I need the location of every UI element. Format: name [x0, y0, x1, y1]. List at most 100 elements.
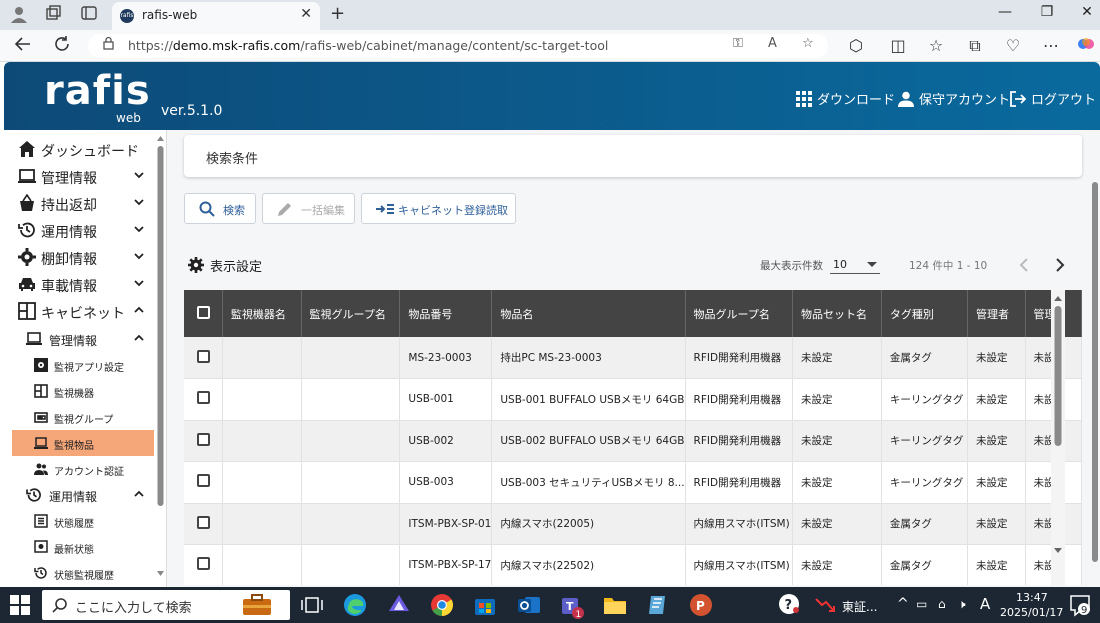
sidebar-item-state-monitor-history[interactable]: 状態監視履歴 [12, 560, 154, 586]
column-header[interactable]: 監視グループ名 [301, 290, 401, 337]
favorite-star-icon[interactable]: ☆ [802, 36, 814, 51]
network-icon[interactable]: ⌂ [938, 597, 946, 611]
refresh-icon[interactable] [51, 35, 73, 57]
sidebar-item-vehicle[interactable]: 車載情報 [4, 271, 154, 298]
maintenance-account-link[interactable]: 保守アカウント [898, 89, 1010, 108]
rafis-logo[interactable]: rafis [44, 68, 151, 114]
split-screen-icon[interactable]: ◫ [887, 35, 909, 57]
copilot-icon[interactable] [1075, 35, 1097, 57]
stock-ticker-label[interactable]: 東証... [842, 598, 877, 615]
row-checkbox[interactable] [184, 420, 223, 462]
outlook-app-icon[interactable] [517, 593, 541, 617]
column-header[interactable]: 物品名 [491, 290, 686, 337]
password-key-icon[interactable]: ⚿ [733, 36, 743, 51]
more-menu-icon[interactable]: ⋯ [1040, 35, 1062, 57]
sidebar-item-monitor-items[interactable]: 監視物品 [12, 430, 154, 456]
clock-date[interactable]: 2025/01/17 [1000, 606, 1063, 619]
stock-chart-icon[interactable] [814, 593, 838, 617]
sidebar-sub-cabinet-management[interactable]: 管理情報 [12, 326, 154, 352]
row-checkbox[interactable] [184, 503, 223, 545]
sidebar-item-state-history[interactable]: 状態履歴 [12, 508, 154, 534]
new-tab-icon[interactable]: + [330, 3, 345, 24]
sidebar-item-monitor-app-settings[interactable]: 監視アプリ設定 [12, 352, 154, 378]
back-arrow-icon[interactable] [12, 35, 34, 57]
column-header[interactable]: 物品番号 [399, 290, 493, 337]
notification-center-icon[interactable]: 9 [1068, 593, 1092, 617]
row-checkbox[interactable] [184, 544, 223, 585]
minimize-icon[interactable]: — [990, 4, 1020, 26]
bulk-edit-button[interactable]: 一括編集 [262, 193, 355, 224]
rows-per-page-select[interactable]: 10 [830, 254, 880, 274]
active-browser-tab[interactable]: rafis rafis-web ✕ [112, 2, 320, 30]
tab-actions-icon[interactable] [79, 5, 99, 25]
close-tab-icon[interactable]: ✕ [300, 6, 312, 22]
site-info-icon[interactable] [102, 36, 115, 54]
browser-essentials-icon[interactable]: ♡ [1002, 35, 1024, 57]
store-app-icon[interactable] [473, 593, 497, 617]
table-row[interactable]: USB-003 USB-003 セキュリティUSBメモリ 8... RFID開発… [184, 461, 1082, 504]
favorites-icon[interactable]: ☆ [925, 35, 947, 57]
speaker-icon[interactable]: 🕨 [958, 597, 966, 612]
table-row[interactable]: ITSM-PBX-SP-01 内線スマホ(22005) 内線用スマホ(ITSM)… [184, 503, 1082, 545]
edge-app-icon[interactable] [343, 593, 367, 617]
table-row[interactable]: USB-001 USB-001 BUFFALO USBメモリ 64GB RFID… [184, 378, 1082, 421]
ime-indicator[interactable]: A [980, 595, 990, 613]
sidebar-item-checkout[interactable]: 持出返却 [4, 190, 154, 217]
sidebar-item-cabinet[interactable]: キャビネット [4, 298, 154, 325]
column-header[interactable]: タグ種別 [881, 290, 969, 337]
clock-time[interactable]: 13:47 [1016, 591, 1048, 604]
extensions-icon[interactable]: ⬡ [845, 35, 867, 57]
sidebar-item-management[interactable]: 管理情報 [4, 163, 154, 190]
sidebar-sub-cabinet-operations[interactable]: 運用情報 [12, 482, 154, 508]
sidebar-item-latest-state[interactable]: 最新状態 [12, 534, 154, 560]
column-header[interactable]: 監視機器名 [222, 290, 302, 337]
url-field[interactable]: https://demo.msk-rafis.com/rafis-web/cab… [88, 34, 828, 58]
monitor-device-cell [222, 420, 302, 462]
powerpoint-app-icon[interactable]: P [689, 593, 713, 617]
notes-app-icon[interactable] [646, 593, 670, 617]
column-header[interactable]: 物品セット名 [792, 290, 882, 337]
search-conditions-panel[interactable]: 検索条件 [184, 135, 1082, 177]
table-row[interactable]: MS-23-0003 持出PC MS-23-0003 RFID開発利用機器 未設… [184, 337, 1082, 379]
download-link[interactable]: ダウンロード [796, 89, 895, 108]
row-checkbox[interactable] [184, 378, 223, 421]
read-aloud-icon[interactable]: A [768, 36, 777, 51]
workspaces-icon[interactable] [43, 5, 63, 25]
teams-app-icon[interactable]: T1 [560, 593, 584, 620]
sidebar-item-inventory[interactable]: 棚卸情報 [4, 244, 154, 271]
sidebar-item-operations[interactable]: 運用情報 [4, 217, 154, 244]
sidebar-item-monitor-groups[interactable]: 監視グループ [12, 404, 154, 430]
table-vertical-scrollbar[interactable] [1051, 290, 1065, 585]
table-row[interactable]: ITSM-PBX-SP-17 内線スマホ(22502) 内線用スマホ(ITSM)… [184, 544, 1082, 585]
window-close-icon[interactable]: ✕ [1072, 4, 1100, 26]
row-checkbox[interactable] [184, 337, 223, 379]
sidebar-scrollbar[interactable] [156, 130, 165, 576]
profile-icon[interactable] [9, 5, 29, 25]
sidebar-item-monitor-devices[interactable]: 監視機器 [12, 378, 154, 404]
task-view-icon[interactable] [300, 593, 324, 617]
cabinet-import-button[interactable]: キャビネット登録読取 [361, 193, 516, 224]
sidebar-item-account-auth[interactable]: アカウント認証 [12, 456, 154, 482]
file-explorer-icon[interactable] [603, 593, 627, 617]
chevron-up-icon[interactable]: ^ [897, 596, 909, 612]
table-row[interactable]: USB-002 USB-002 BUFFALO USBメモリ 64GB RFID… [184, 420, 1082, 462]
prev-page-button[interactable] [1013, 254, 1035, 276]
column-header[interactable]: 物品グループ名 [685, 290, 794, 337]
page-scrollbar[interactable] [1091, 182, 1099, 582]
select-all-checkbox[interactable] [184, 290, 223, 337]
chrome-app-icon[interactable] [430, 593, 454, 617]
column-header[interactable]: 管理者 [967, 290, 1026, 337]
collections-icon[interactable]: ⧉ [964, 35, 986, 57]
taskbar-search-box[interactable]: ここに入力して検索 [42, 590, 290, 620]
copilot-app-icon[interactable] [387, 593, 411, 617]
battery-icon[interactable]: ▭ [916, 597, 927, 611]
sidebar-item-dashboard[interactable]: ダッシュボード [4, 136, 154, 163]
windows-start-icon[interactable] [10, 595, 30, 615]
help-icon[interactable]: ? [778, 593, 802, 617]
logout-link[interactable]: ログアウト [1010, 89, 1096, 108]
tag-type-cell: 金属タグ [881, 544, 969, 585]
row-checkbox[interactable] [184, 461, 223, 504]
restore-icon[interactable]: ❐ [1032, 4, 1062, 26]
search-button[interactable]: 検索 [184, 193, 256, 224]
next-page-button[interactable] [1049, 254, 1071, 276]
